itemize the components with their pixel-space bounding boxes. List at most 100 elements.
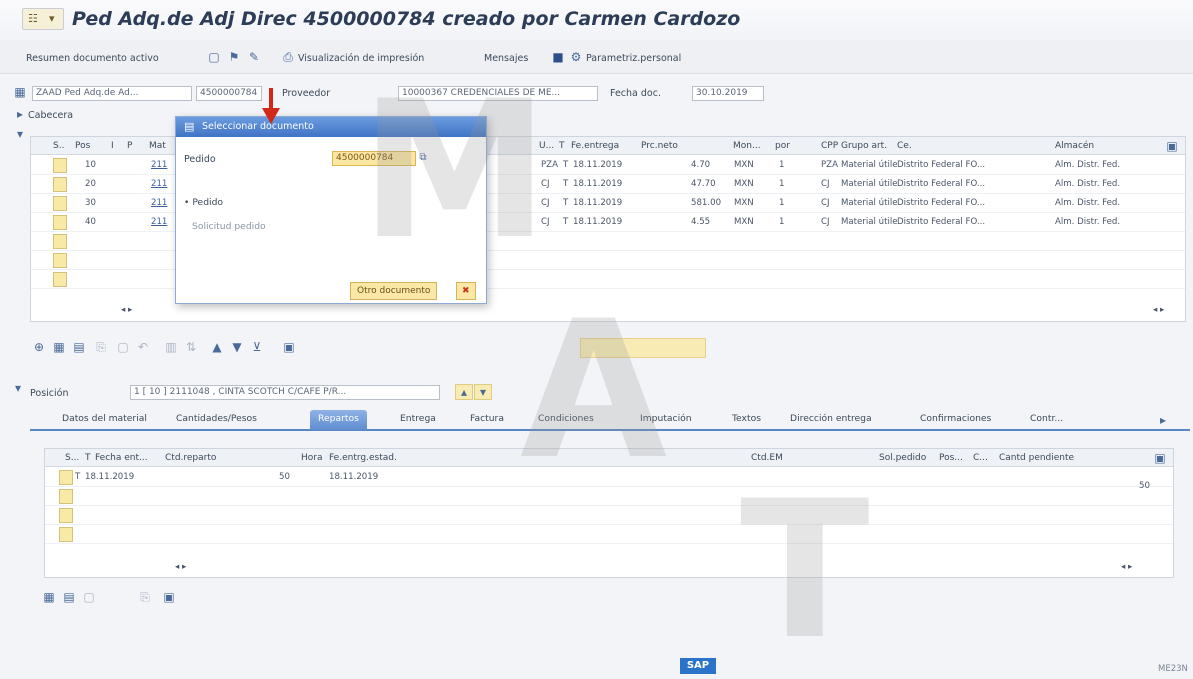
row-selector[interactable] <box>59 470 73 485</box>
doc-number-field[interactable]: 4500000784 <box>196 86 262 101</box>
col-currency[interactable]: Mon... <box>733 141 761 151</box>
supplier-field[interactable]: 10000367 CREDENCIALES DE ME... <box>398 86 598 101</box>
items-expand-icon[interactable]: ▾ <box>12 126 28 142</box>
schedule-settings-icon[interactable]: ▣ <box>1151 449 1169 467</box>
tab-invoice[interactable]: Factura <box>470 413 504 424</box>
row-selector[interactable] <box>59 527 73 542</box>
schedule-deselect-icon[interactable]: ▤ <box>60 588 78 606</box>
tab-account-assignment[interactable]: Imputación <box>640 413 692 424</box>
h-scroll-arrows-right[interactable]: ◂ ▸ <box>1153 305 1164 315</box>
col-sched-qty[interactable]: Ctd.reparto <box>165 453 216 463</box>
schedule-copy-icon[interactable]: ⎘ <box>136 588 154 606</box>
row-material[interactable]: 211 <box>151 160 167 170</box>
row-material[interactable]: 211 <box>151 217 167 227</box>
col-per[interactable]: por <box>775 141 790 151</box>
tab-scroll-icon[interactable]: ▸ <box>1154 411 1172 429</box>
sort-icon[interactable]: ⇅ <box>182 338 200 356</box>
col-t2[interactable]: T <box>85 453 91 463</box>
col-pos[interactable]: Pos <box>75 141 90 151</box>
flag-icon[interactable]: ⚑ <box>226 49 242 65</box>
row-selector[interactable] <box>53 196 67 211</box>
row-selector[interactable] <box>59 508 73 523</box>
other-document-button[interactable]: Otro documento <box>350 282 438 300</box>
col-store[interactable]: Almacén <box>1055 141 1094 151</box>
schedule-scroll-left[interactable]: ◂ ▸ <box>175 562 186 572</box>
details-icon[interactable]: ⊕ <box>30 338 48 356</box>
schedule-delete-icon[interactable]: ▢ <box>80 588 98 606</box>
print-preview-button[interactable]: Visualización de impresión <box>298 53 424 64</box>
col-stat-date[interactable]: Fe.entrg.estad. <box>329 453 397 463</box>
header-section-label[interactable]: Cabecera <box>28 110 73 121</box>
filter-set-icon[interactable]: ⊻ <box>248 338 266 356</box>
col-delivery-date[interactable]: Fe.entrega <box>571 141 619 151</box>
schedule-scroll-right[interactable]: ◂ ▸ <box>1121 562 1132 572</box>
row-selector[interactable] <box>53 253 67 268</box>
schedule-select-all-icon[interactable]: ▦ <box>40 588 58 606</box>
copy-icon[interactable]: ⎘ <box>92 338 110 356</box>
col-t[interactable]: T <box>559 141 565 151</box>
doc-type-select[interactable]: ZAAD Ped Adq.de Ad... <box>32 86 192 101</box>
table-row[interactable]: T 18.11.2019 50 18.11.2019 50 <box>45 469 1173 491</box>
schedule-layout-icon[interactable]: ▣ <box>160 588 178 606</box>
col-pending[interactable]: Cantd pendiente <box>999 453 1074 463</box>
print-preview-icon[interactable]: ⎙ <box>280 49 296 65</box>
table-row[interactable] <box>45 507 1173 525</box>
next-position-icon[interactable]: ▾ <box>474 384 492 400</box>
search-help-icon[interactable]: ⧉ <box>416 150 430 166</box>
radio-order[interactable]: • Pedido <box>184 197 223 208</box>
col-i[interactable]: I <box>111 141 114 151</box>
new-doc-icon[interactable]: ▢ <box>206 49 222 65</box>
expand-header-icon[interactable]: ▸ <box>12 106 28 122</box>
undo-icon[interactable]: ↶ <box>134 338 152 356</box>
order-number-field[interactable]: 4500000784 <box>332 151 416 166</box>
col-net-price[interactable]: Prc.neto <box>641 141 678 151</box>
row-selector[interactable] <box>53 177 67 192</box>
edit-icon[interactable]: ✎ <box>246 49 262 65</box>
h-scroll-arrows[interactable]: ◂ ▸ <box>121 305 132 315</box>
col-pr[interactable]: Sol.pedido <box>879 453 926 463</box>
summary-button[interactable]: Resumen documento activo <box>26 53 159 64</box>
date-field[interactable]: 30.10.2019 <box>692 86 764 101</box>
tab-delivery[interactable]: Entrega <box>400 413 436 424</box>
personal-settings-icon[interactable]: ⚙ <box>568 49 584 65</box>
layout-icon[interactable]: ▣ <box>280 338 298 356</box>
document-overview-icon[interactable]: ▦ <box>12 84 28 100</box>
col-gr-qty[interactable]: Ctd.EM <box>751 453 783 463</box>
position-select[interactable]: 1 [ 10 ] 2111048 , CINTA SCOTCH C/CAFE P… <box>130 385 440 400</box>
personal-settings-button[interactable]: Parametriz.personal <box>586 53 681 64</box>
close-dialog-button[interactable]: ✖ <box>456 282 476 300</box>
row-selector[interactable] <box>53 234 67 249</box>
row-selector[interactable] <box>53 215 67 230</box>
insert-icon[interactable]: ▥ <box>162 338 180 356</box>
col-cpp[interactable]: CPP <box>821 141 838 151</box>
col-pos2[interactable]: Pos... <box>939 453 963 463</box>
grid-settings-icon[interactable]: ▣ <box>1163 137 1181 155</box>
menu-button[interactable]: ☷ ▾ <box>22 8 64 30</box>
col-s[interactable]: S... <box>65 453 79 463</box>
sort-asc-icon[interactable]: ▲ <box>208 338 226 356</box>
tab-control[interactable]: Contr... <box>1030 413 1063 424</box>
tab-schedule[interactable]: Repartos <box>310 410 367 430</box>
col-status[interactable]: S.. <box>53 141 64 151</box>
col-p[interactable]: P <box>127 141 132 151</box>
table-row[interactable] <box>45 526 1173 544</box>
row-selector[interactable] <box>53 272 67 287</box>
previous-position-icon[interactable]: ▴ <box>455 384 473 400</box>
row-selector[interactable] <box>53 158 67 173</box>
tab-conditions[interactable]: Condiciones <box>538 413 594 424</box>
radio-request[interactable]: Solicitud pedido <box>192 221 266 232</box>
tab-texts[interactable]: Textos <box>732 413 761 424</box>
info-icon[interactable]: ■ <box>550 49 566 65</box>
conditions-button[interactable] <box>580 338 706 358</box>
filter-icon[interactable]: ▼ <box>228 338 246 356</box>
messages-button[interactable]: Mensajes <box>484 53 528 64</box>
row-material[interactable]: 211 <box>151 179 167 189</box>
tab-confirmations[interactable]: Confirmaciones <box>920 413 991 424</box>
tab-quantities[interactable]: Cantidades/Pesos <box>176 413 257 424</box>
col-plant[interactable]: Ce. <box>897 141 912 151</box>
row-material[interactable]: 211 <box>151 198 167 208</box>
row-selector[interactable] <box>59 489 73 504</box>
table-row[interactable] <box>45 488 1173 506</box>
col-time[interactable]: Hora <box>301 453 323 463</box>
col-delivery[interactable]: Fecha ent... <box>95 453 148 463</box>
